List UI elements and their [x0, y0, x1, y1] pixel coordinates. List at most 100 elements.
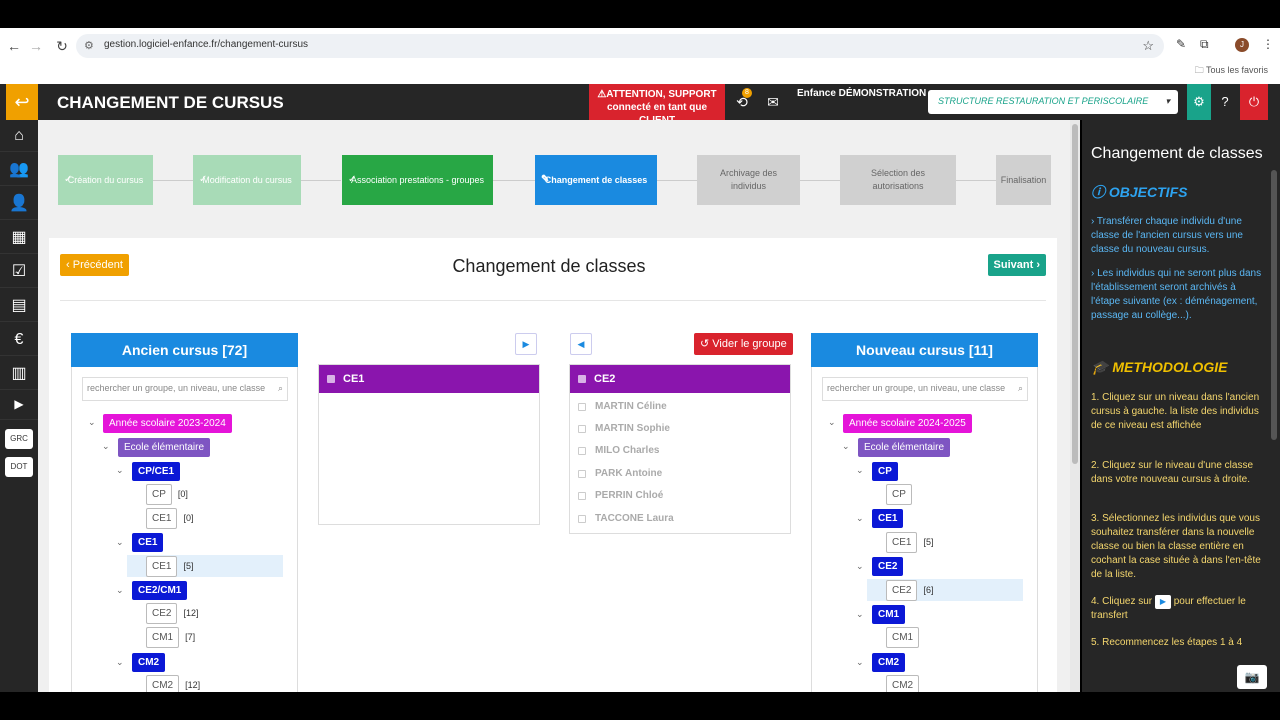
level-node[interactable]: CE1 — [132, 531, 164, 553]
dot-button[interactable]: DOT — [5, 457, 33, 477]
chevron-down-icon[interactable]: ⌄ — [856, 465, 864, 476]
chevron-down-icon[interactable]: ⌄ — [116, 585, 124, 596]
help-scrollbar[interactable] — [1268, 120, 1280, 692]
student-checkbox[interactable] — [578, 403, 586, 411]
level-node[interactable]: CP — [872, 460, 898, 482]
calendar-icon[interactable]: ▦ — [0, 222, 38, 254]
level-node[interactable]: CE2 — [872, 555, 904, 577]
level-node[interactable]: CM1 — [872, 603, 906, 625]
chevron-down-icon[interactable]: ⌄ — [842, 441, 850, 452]
class-node[interactable]: CE2 [12] — [146, 602, 198, 624]
step-finalisation[interactable]: Finalisation — [996, 155, 1051, 205]
year-node[interactable]: Année scolaire 2024-2025 — [843, 412, 972, 434]
school-node[interactable]: Ecole élémentaire — [118, 436, 211, 458]
clear-group-button[interactable]: ↺ Vider le groupe — [694, 333, 793, 355]
student-row[interactable]: PERRIN Chloé — [578, 488, 663, 504]
forward-arrow-icon[interactable]: → — [26, 36, 46, 56]
class-node[interactable]: CM2 — [886, 674, 925, 692]
scroll-thumb[interactable] — [1072, 124, 1078, 464]
chevron-down-icon[interactable]: ⌄ — [856, 513, 864, 524]
reload-icon[interactable]: ↻ — [52, 36, 72, 56]
mail-icon[interactable]: ✉ — [758, 84, 788, 120]
power-icon[interactable]: ⏻ — [1240, 84, 1268, 120]
help-icon[interactable]: ? — [1213, 84, 1237, 120]
menu-dots-icon[interactable]: ⋮ — [1262, 37, 1274, 51]
student-checkbox[interactable] — [578, 447, 586, 455]
level-node[interactable]: CE2/CM1 — [132, 579, 188, 601]
select-all-checkbox[interactable] — [578, 375, 586, 383]
chevron-down-icon[interactable]: ⌄ — [116, 657, 124, 668]
source-group-header[interactable]: CE1 — [319, 365, 539, 393]
class-node-selected[interactable]: CE2 [6] — [886, 579, 933, 601]
chevron-down-icon[interactable]: ⌄ — [856, 609, 864, 620]
student-row[interactable]: PARK Antoine — [578, 466, 662, 482]
back-arrow-icon[interactable]: ← — [4, 36, 24, 56]
year-node[interactable]: Année scolaire 2023-2024 — [103, 412, 232, 434]
student-checkbox[interactable] — [578, 425, 586, 433]
transfer-left-button[interactable]: ◀ — [570, 333, 592, 355]
site-info-icon[interactable]: ⚙ — [84, 39, 94, 52]
chevron-down-icon[interactable]: ⌄ — [856, 561, 864, 572]
new-search-input[interactable]: rechercher un groupe, un niveau, une cla… — [822, 377, 1028, 401]
step-creation[interactable]: ✓ Création du cursus — [58, 155, 153, 205]
chevron-down-icon[interactable]: ⌄ — [116, 465, 124, 476]
level-node[interactable]: CM2 — [872, 651, 906, 673]
document-icon[interactable]: ▤ — [0, 290, 38, 322]
user-icon[interactable]: 👤 — [0, 188, 38, 220]
student-row[interactable]: MARTIN Céline — [578, 399, 667, 415]
step-modification[interactable]: ✓ Modification du cursus — [193, 155, 301, 205]
class-node[interactable]: CM1 [7] — [146, 626, 195, 648]
student-checkbox[interactable] — [578, 470, 586, 478]
calendar-check-icon[interactable]: ☑ — [0, 256, 38, 288]
class-node[interactable]: CM2 [12] — [146, 674, 200, 692]
settings-gear-icon[interactable]: ⚙ — [1187, 84, 1211, 120]
chevron-down-icon[interactable]: ⌄ — [102, 441, 110, 452]
main-scrollbar[interactable] — [1070, 120, 1080, 692]
euro-icon[interactable]: € — [0, 324, 38, 356]
student-row[interactable]: TACCONE Laura — [578, 511, 674, 527]
step-changement[interactable]: ✎ Changement de classes — [535, 155, 657, 205]
chevron-down-icon[interactable]: ⌄ — [856, 657, 864, 668]
class-node[interactable]: CP [0] — [146, 483, 188, 505]
chevron-down-icon[interactable]: ⌄ — [828, 417, 836, 428]
step-archivage[interactable]: Archivage des individus — [697, 155, 800, 205]
all-bookmarks[interactable]: 🗀 Tous les favoris — [1195, 63, 1268, 79]
level-node[interactable]: CE1 — [872, 507, 904, 529]
pen-icon[interactable]: ✎ — [1176, 37, 1186, 51]
camera-icon[interactable]: 📷 — [1237, 665, 1267, 689]
grc-button[interactable]: GRC — [5, 429, 33, 449]
student-checkbox[interactable] — [578, 492, 586, 500]
home-icon[interactable]: ⌂ — [0, 120, 38, 152]
chevron-down-icon[interactable]: ⌄ — [116, 537, 124, 548]
return-arrow-icon[interactable]: ↩ — [6, 84, 38, 120]
class-node[interactable]: CM1 — [886, 626, 925, 648]
student-row[interactable]: MARTIN Sophie — [578, 421, 670, 437]
class-node-selected[interactable]: CE1 [5] — [146, 555, 193, 577]
level-node[interactable]: CM2 — [132, 651, 166, 673]
step-autorisations[interactable]: Sélection des autorisations — [840, 155, 956, 205]
class-node[interactable]: CE1 [0] — [146, 507, 193, 529]
target-group-header[interactable]: CE2 — [570, 365, 790, 393]
bookmark-star-icon[interactable]: ☆ — [1142, 38, 1154, 54]
next-button[interactable]: Suivant › — [987, 254, 1046, 276]
extensions-icon[interactable]: ⧉ — [1200, 37, 1209, 52]
student-checkbox[interactable] — [578, 515, 586, 523]
select-all-checkbox[interactable] — [327, 375, 335, 383]
class-node[interactable]: CE1 [5] — [886, 531, 933, 553]
class-node[interactable]: CP — [886, 483, 918, 505]
school-node[interactable]: Ecole élémentaire — [858, 436, 951, 458]
chevron-down-icon[interactable]: ⌄ — [88, 417, 96, 428]
transfer-right-button[interactable]: ▶ — [515, 333, 537, 355]
old-search-input[interactable]: rechercher un groupe, un niveau, une cla… — [82, 377, 288, 401]
profile-avatar[interactable]: J — [1235, 38, 1249, 52]
address-bar[interactable]: ⚙ gestion.logiciel-enfance.fr/changement… — [76, 34, 1164, 58]
step-association[interactable]: ✓ Association prestations - groupes — [342, 155, 493, 205]
structure-select[interactable]: STRUCTURE RESTAURATION ET PERISCOLAIRE ▾ — [928, 90, 1178, 114]
expand-icon[interactable]: ▶ — [0, 388, 38, 420]
level-node[interactable]: CP/CE1 — [132, 460, 181, 482]
group-icon[interactable]: 👥 — [0, 154, 38, 186]
student-row[interactable]: MILO Charles — [578, 443, 659, 459]
history-icon[interactable]: ⟲ 8 — [727, 84, 757, 120]
chart-icon[interactable]: ▥ — [0, 358, 38, 390]
help-scroll-thumb[interactable] — [1271, 170, 1277, 440]
